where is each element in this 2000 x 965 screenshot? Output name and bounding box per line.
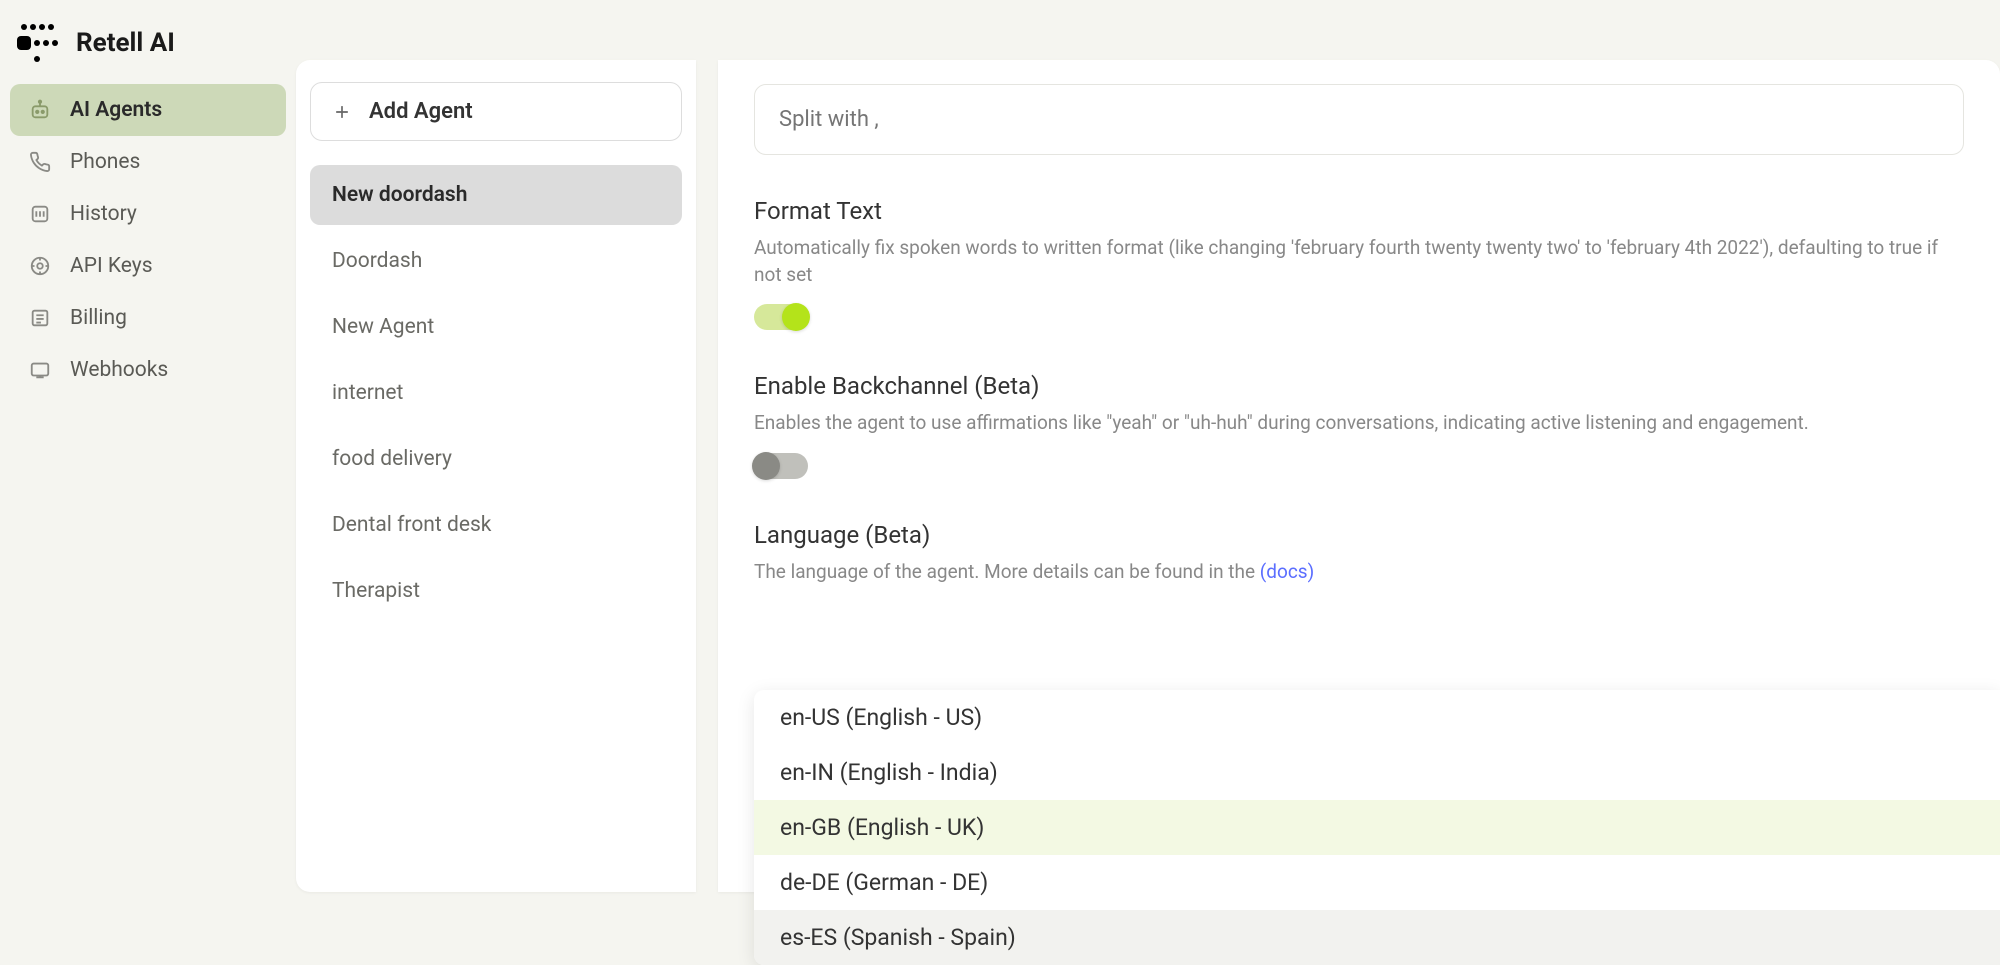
agents-panel: Add Agent New doordash Doordash New Agen…: [296, 60, 696, 892]
sidebar-item-ai-agents[interactable]: AI Agents: [10, 84, 286, 136]
setting-desc-text: The language of the agent. More details …: [754, 560, 1260, 583]
sidebar-item-webhooks[interactable]: Webhooks: [10, 344, 286, 396]
add-agent-button[interactable]: Add Agent: [310, 82, 682, 141]
agent-item[interactable]: Doordash: [310, 231, 682, 291]
agent-item[interactable]: Dental front desk: [310, 495, 682, 555]
language-option[interactable]: es-ES (Spanish - Spain): [754, 910, 2000, 965]
phone-icon: [28, 150, 52, 174]
language-option[interactable]: en-GB (English - UK): [754, 800, 2000, 855]
sidebar: Retell AI AI Agents Phones History API K…: [0, 0, 296, 892]
agent-settings-panel: Format Text Automatically fix spoken wor…: [718, 60, 2000, 892]
brand-row: Retell AI: [10, 18, 286, 84]
setting-title: Language (Beta): [754, 521, 1964, 549]
setting-language: Language (Beta) The language of the agen…: [754, 521, 1964, 586]
sidebar-item-billing[interactable]: Billing: [10, 292, 286, 344]
language-dropdown[interactable]: en-US (English - US) en-IN (English - In…: [754, 690, 2000, 965]
sidebar-item-label: AI Agents: [70, 98, 162, 122]
split-input[interactable]: [754, 84, 1964, 155]
language-option[interactable]: en-IN (English - India): [754, 745, 2000, 800]
sidebar-item-phones[interactable]: Phones: [10, 136, 286, 188]
sidebar-item-api-keys[interactable]: API Keys: [10, 240, 286, 292]
setting-title: Enable Backchannel (Beta): [754, 372, 1964, 400]
docs-link[interactable]: (docs): [1260, 560, 1314, 583]
setting-description: Automatically fix spoken words to writte…: [754, 235, 1964, 288]
format-text-toggle[interactable]: [754, 304, 808, 330]
setting-description: The language of the agent. More details …: [754, 559, 1964, 586]
robot-icon: [28, 98, 52, 122]
agent-item[interactable]: internet: [310, 363, 682, 423]
sidebar-item-label: API Keys: [70, 254, 153, 278]
sidebar-item-history[interactable]: History: [10, 188, 286, 240]
webhook-icon: [28, 358, 52, 382]
billing-icon: [28, 306, 52, 330]
agent-item[interactable]: New doordash: [310, 165, 682, 225]
setting-backchannel: Enable Backchannel (Beta) Enables the ag…: [754, 372, 1964, 479]
sidebar-item-label: Billing: [70, 306, 127, 330]
history-icon: [28, 202, 52, 226]
setting-description: Enables the agent to use affirmations li…: [754, 410, 1964, 437]
logo-icon: [16, 22, 58, 64]
brand-name: Retell AI: [76, 28, 175, 58]
setting-title: Format Text: [754, 197, 1964, 225]
agent-item[interactable]: food delivery: [310, 429, 682, 489]
key-icon: [28, 254, 52, 278]
backchannel-toggle[interactable]: [754, 453, 808, 479]
plus-icon: [331, 101, 353, 123]
add-agent-label: Add Agent: [369, 99, 473, 124]
sidebar-item-label: Webhooks: [70, 358, 168, 382]
agent-item[interactable]: Therapist: [310, 561, 682, 621]
setting-format-text: Format Text Automatically fix spoken wor…: [754, 197, 1964, 330]
agent-item[interactable]: New Agent: [310, 297, 682, 357]
sidebar-item-label: History: [70, 202, 137, 226]
language-option[interactable]: de-DE (German - DE): [754, 855, 2000, 910]
language-option[interactable]: en-US (English - US): [754, 690, 2000, 745]
sidebar-item-label: Phones: [70, 150, 140, 174]
